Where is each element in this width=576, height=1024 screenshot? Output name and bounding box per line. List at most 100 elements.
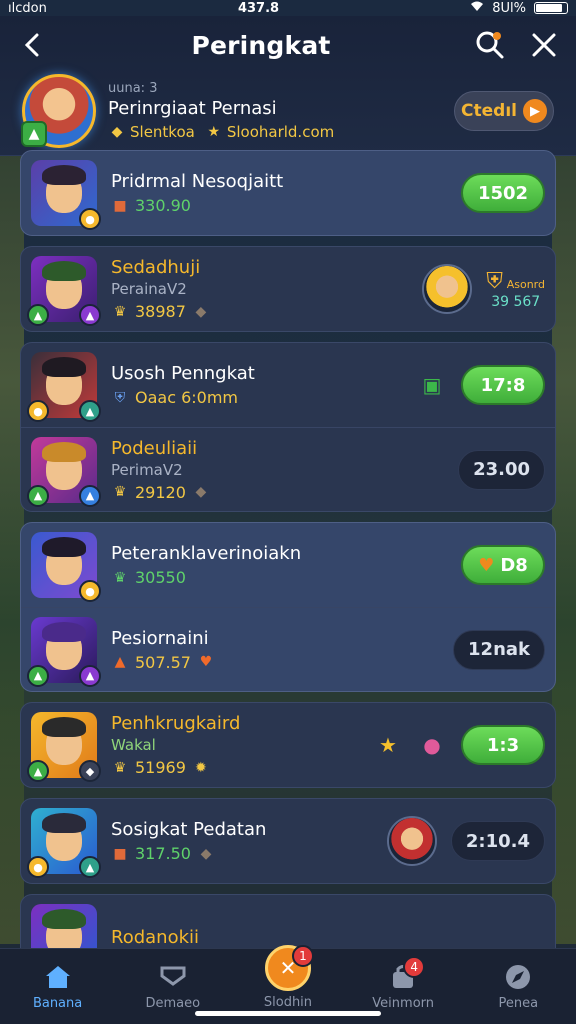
battery-icon [534, 2, 568, 14]
shield-icon: ⛨ [114, 389, 126, 406]
header: Peringkat ▲ uuna: 3 Perinrgiaat Pernasi [0, 16, 576, 156]
list-card: ● Pridrmal Nesoqjaitt ■ 330.90 1502 [20, 150, 556, 236]
coin-badge-icon: ● [79, 580, 101, 602]
tab-center[interactable]: ✕ 1 Slodhin [238, 945, 338, 1010]
player-avatar: ▲ ▲ [27, 616, 101, 687]
rank-value-button[interactable]: 17:8 [461, 365, 545, 405]
rank-value: D8 [500, 554, 528, 576]
rank-value-button[interactable]: ♥ D8 [461, 545, 545, 585]
home-icon [43, 962, 73, 992]
coin-badge-icon: ● [27, 400, 49, 422]
search-icon [476, 31, 504, 59]
home-indicator [195, 1011, 381, 1016]
player-avatar: ▲ ▲ [27, 256, 101, 326]
arrow-right-icon: ▶ [522, 99, 547, 123]
player-avatar: ● ▲ [27, 352, 101, 422]
trophy-icon: ♛ [113, 484, 127, 500]
status-bar: ılcdon 437.8 8Ul% [0, 0, 576, 16]
profile-avatar[interactable]: ▲ [21, 74, 96, 148]
gem-icon: ◆ [200, 845, 212, 862]
list-item[interactable]: Rodanokii [21, 895, 555, 948]
gem-icon: ◆ [195, 303, 207, 320]
list-item[interactable]: ▲ ◆ Penhkrugkaird Wakal ♛ 51969 ✹ ★ ● 1:3 [21, 703, 555, 787]
tab-rank[interactable]: Demaeo [123, 962, 223, 1011]
treasure-chest-icon: ▣ [422, 373, 442, 397]
star-icon: ★ [207, 124, 221, 140]
rival-avatar[interactable] [386, 816, 437, 866]
close-button[interactable] [526, 27, 562, 63]
tab-home[interactable]: Banana [8, 962, 108, 1011]
flame-icon: ▲ [114, 654, 126, 670]
chest-icon: ■ [113, 845, 127, 862]
list-card: ● ▲ Usosh Penngkat ⛨ Oaac 6:0mm ▣ 17:8 ▲ … [20, 342, 556, 512]
class-badge-icon: ▲ [79, 856, 101, 878]
player-score: 317.50 [135, 844, 191, 863]
rank-value-button[interactable]: 23.00 [458, 449, 545, 490]
player-name: Rodanokii [111, 926, 200, 948]
rank-value-button[interactable]: 2:10.4 [450, 821, 545, 861]
player-score: 38987 [135, 302, 186, 321]
list-card: ▲ ▲ Sedadhuji PerainaV2 ♛ 38987 ◆ ⛨ Asonrd… [20, 246, 556, 332]
back-button[interactable] [14, 27, 50, 63]
list-item[interactable]: ▲ ▲ Pesiornaini ▲ 507.57 ♥ 12nak [21, 607, 555, 691]
trophy-icon: ♛ [113, 759, 127, 776]
status-time: 437.8 [237, 0, 280, 16]
detail-button-label: Ctedıl [461, 101, 517, 121]
player-name: Penhkrugkaird [111, 713, 241, 734]
crown-icon: ♛ [113, 569, 127, 586]
list-card: ▲ ◆ Penhkrugkaird Wakal ♛ 51969 ✹ ★ ● 1:3 [20, 702, 556, 788]
heart-icon: ♥ [199, 654, 213, 670]
level-badge-icon: ▲ [27, 760, 49, 782]
close-icon [532, 33, 556, 57]
notification-badge: 4 [403, 956, 426, 978]
class-badge-icon: ▲ [79, 484, 101, 507]
player-name: Sosigkat Pedatan [111, 819, 267, 840]
level-badge-icon: ▲ [27, 304, 49, 326]
notification-badge: 1 [291, 945, 314, 967]
class-badge-icon: ▲ [79, 304, 101, 326]
player-subtitle: PerimaV2 [111, 460, 183, 479]
star-icon: ★ [379, 733, 397, 757]
tab-label: Penea [498, 996, 539, 1011]
player-avatar: ● [31, 160, 101, 230]
tab-shop[interactable]: 4 Veinmorn [353, 956, 453, 1011]
award-value: 39 567 [491, 293, 541, 310]
detail-button[interactable]: Ctedıl ▶ [454, 91, 554, 131]
player-avatar [31, 904, 97, 948]
rank-value-button[interactable]: 12nak [453, 629, 545, 670]
list-card: ● ▲ Sosigkat Pedatan ■ 317.50 ◆ 2:10.4 [20, 798, 556, 884]
list-item[interactable]: ● Peteranklaverinoiakn ♛ 30550 ♥ D8 [21, 523, 555, 607]
tab-label: Slodhin [263, 995, 313, 1010]
list-item[interactable]: ● ▲ Sosigkat Pedatan ■ 317.50 ◆ 2:10.4 [21, 799, 555, 883]
rank-value-button[interactable]: 1502 [461, 173, 545, 213]
list-item[interactable]: ● ▲ Usosh Penngkat ⛨ Oaac 6:0mm ▣ 17:8 [21, 343, 555, 427]
level-badge-icon: ▲ [21, 121, 47, 147]
player-score: 51969 [135, 758, 186, 777]
chevron-left-icon [24, 33, 39, 57]
page-title: Peringkat [191, 30, 331, 60]
list-item[interactable]: ▲ ▲ Sedadhuji PerainaV2 ♛ 38987 ◆ ⛨ Asonrd… [21, 247, 555, 331]
leaderboard-list[interactable]: ● Pridrmal Nesoqjaitt ■ 330.90 1502 ▲ ▲ S… [20, 150, 556, 948]
list-item[interactable]: ▲ ▲ Podeuliaii PerimaV2 ♛ 29120 ◆ 23.00 [21, 427, 555, 511]
tab-settings[interactable]: Penea [468, 962, 568, 1011]
class-badge-icon: ◆ [79, 760, 101, 782]
gear-icon: ✹ [195, 759, 207, 776]
list-item[interactable]: ● Pridrmal Nesoqjaitt ■ 330.90 1502 [21, 151, 555, 235]
potion-icon: ● [423, 733, 441, 757]
battery-percent: 8Ul% [492, 0, 526, 16]
coin-badge-icon: ● [79, 208, 101, 230]
player-name: Pesiornaini [111, 627, 209, 649]
rival-avatar[interactable] [422, 264, 473, 314]
chevron-rank-icon [158, 962, 188, 992]
chest-icon: ■ [113, 197, 127, 214]
shield-icon: ◆ [111, 124, 123, 140]
player-name: Pridrmal Nesoqjaitt [111, 171, 284, 192]
bottom-tab-bar: Banana Demaeo ✕ 1 Slodhin 4 Veinmorn Pen… [0, 945, 576, 1024]
player-name: Usosh Penngkat [111, 363, 255, 384]
award-title: Asonrd [506, 277, 545, 291]
search-button[interactable] [472, 27, 508, 63]
coin-badge-icon: ● [27, 856, 49, 878]
rank-value-button[interactable]: 1:3 [461, 725, 545, 765]
gem-icon: ◆ [195, 484, 207, 500]
heart-icon: ♥ [478, 554, 495, 576]
